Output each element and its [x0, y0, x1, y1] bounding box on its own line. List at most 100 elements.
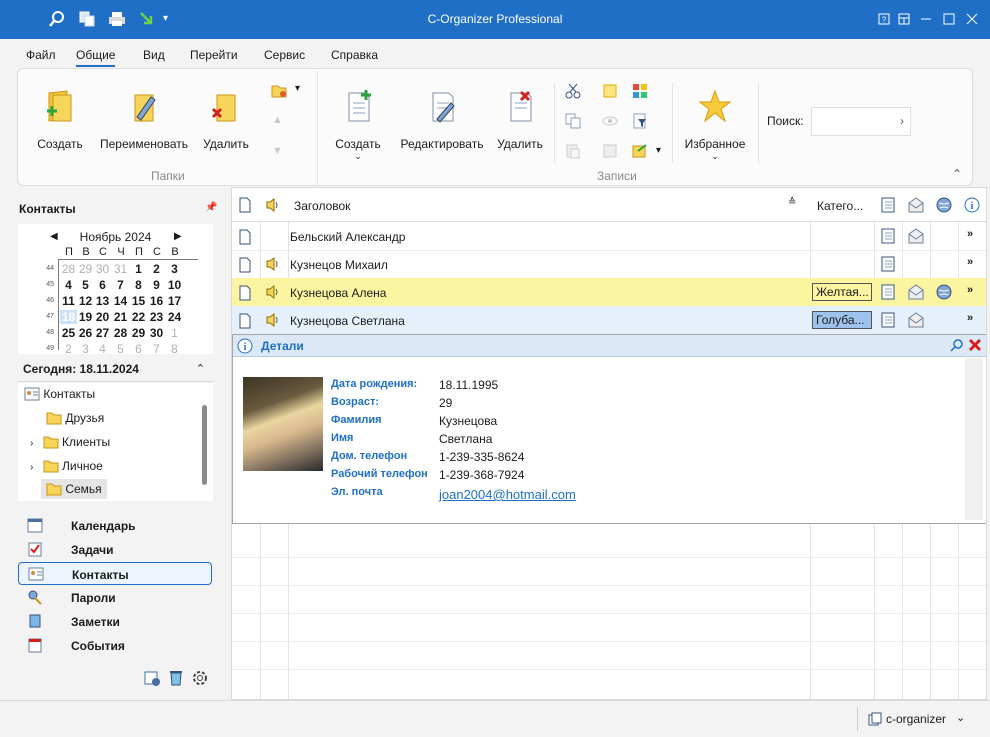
export-icon[interactable] — [632, 143, 648, 159]
email-link[interactable]: joan2004@hotmail.com — [439, 487, 576, 502]
column-title[interactable]: Заголовок — [294, 199, 350, 213]
calendar-day[interactable]: 12 — [77, 294, 94, 308]
calendar-next-icon[interactable]: ▶ — [174, 231, 182, 242]
maximize-icon[interactable] — [939, 9, 959, 29]
menu-service[interactable]: Сервис — [264, 48, 305, 62]
expand-row-icon[interactable]: » — [967, 284, 973, 296]
move-down-icon[interactable]: ▼ — [272, 145, 288, 161]
globe-icon[interactable] — [936, 197, 952, 213]
calendar-day[interactable]: 4 — [60, 278, 77, 292]
calendar-day[interactable]: 23 — [148, 310, 165, 324]
expand-icon[interactable]: › — [30, 438, 33, 449]
search-go-icon[interactable]: › — [900, 114, 904, 128]
sort-icon[interactable]: ≙ — [788, 197, 796, 208]
filter-icon[interactable] — [632, 113, 648, 129]
record-type-icon[interactable] — [238, 197, 252, 213]
calendar-settings-icon[interactable] — [143, 669, 161, 687]
calendar-day[interactable]: 3 — [166, 262, 183, 276]
calendar-day[interactable]: 13 — [94, 294, 111, 308]
address-book-icon[interactable] — [880, 312, 896, 328]
folder-options-icon[interactable] — [271, 83, 287, 99]
mail-icon[interactable] — [908, 284, 924, 300]
calendar-day[interactable]: 14 — [112, 294, 129, 308]
calendar-day[interactable]: 15 — [130, 294, 147, 308]
copy-small-icon[interactable] — [565, 113, 581, 129]
calendar-day[interactable]: 20 — [94, 310, 111, 324]
tree-item-friends[interactable]: Друзья — [46, 411, 104, 425]
database-dropdown-icon[interactable]: ⌄ — [956, 711, 965, 724]
menu-file[interactable]: Файл — [26, 48, 56, 62]
calendar-day[interactable]: 29 — [130, 326, 147, 340]
expand-row-icon[interactable]: » — [967, 312, 973, 324]
menu-view[interactable]: Вид — [143, 48, 165, 62]
table-row[interactable]: Кузнецов Михаил » — [232, 250, 986, 278]
calendar-day[interactable]: 1 — [166, 326, 183, 340]
move-up-icon[interactable]: ▲ — [272, 114, 288, 130]
link-icon[interactable] — [602, 143, 618, 159]
calendar-day[interactable]: 24 — [166, 310, 183, 324]
cut-icon[interactable] — [565, 83, 581, 99]
address-book-icon[interactable] — [880, 228, 896, 244]
layout-icon[interactable] — [894, 9, 914, 29]
record-edit-button[interactable]: Редактировать — [394, 89, 490, 151]
collapse-icon[interactable]: ⌃ — [196, 362, 205, 375]
folder-delete-button[interactable]: Удалить — [198, 89, 254, 151]
mail-icon[interactable] — [908, 228, 924, 244]
folder-rename-button[interactable]: Переименовать — [96, 89, 192, 151]
tree-item-contacts[interactable]: Контакты — [24, 387, 95, 401]
nav-notes[interactable]: Заметки — [18, 610, 212, 633]
scroll-thumb[interactable] — [202, 405, 207, 485]
tree-item-clients[interactable]: › Клиенты — [30, 435, 110, 449]
column-category[interactable]: Катего... — [817, 199, 863, 213]
calendar-day[interactable]: 5 — [77, 278, 94, 292]
calendar-day[interactable]: 2 — [148, 262, 165, 276]
calendar-day[interactable]: 29 — [77, 262, 94, 276]
nav-tasks[interactable]: Задачи — [18, 538, 212, 561]
calendar-day[interactable]: 28 — [60, 262, 77, 276]
preview-icon[interactable] — [602, 113, 618, 129]
close-icon[interactable] — [962, 9, 982, 29]
table-row[interactable]: Бельский Александр » — [232, 222, 986, 250]
address-book-icon[interactable] — [880, 197, 896, 213]
folder-options-dropdown-icon[interactable]: ▾ — [295, 83, 311, 99]
expand-row-icon[interactable]: » — [967, 228, 973, 240]
calendar-day[interactable]: 18 — [60, 310, 77, 324]
mail-icon[interactable] — [908, 197, 924, 213]
record-create-button[interactable]: Создать ⌄ — [330, 89, 386, 162]
calendar-day[interactable]: 27 — [94, 326, 111, 340]
category-icon[interactable] — [632, 83, 648, 99]
menu-goto[interactable]: Перейти — [190, 48, 238, 62]
recycle-bin-icon[interactable] — [167, 669, 185, 687]
today-bar[interactable]: Сегодня: 18.11.2024 ⌃ — [18, 358, 213, 382]
address-book-icon[interactable] — [880, 284, 896, 300]
sound-icon[interactable] — [265, 197, 281, 213]
nav-events[interactable]: События — [18, 634, 212, 657]
paste-icon[interactable] — [565, 143, 581, 159]
pin-icon[interactable] — [950, 338, 964, 352]
globe-icon[interactable] — [936, 284, 952, 300]
minimize-icon[interactable] — [916, 9, 936, 29]
calendar-day[interactable]: 7 — [148, 342, 165, 356]
calendar-day[interactable]: 17 — [166, 294, 183, 308]
calendar-day[interactable]: 28 — [112, 326, 129, 340]
gear-icon[interactable] — [191, 669, 209, 687]
calendar-day[interactable]: 26 — [77, 326, 94, 340]
calendar-day[interactable]: 3 — [77, 342, 94, 356]
details-scrollbar[interactable] — [965, 358, 983, 520]
calendar-day[interactable]: 31 — [112, 262, 129, 276]
note-icon[interactable] — [602, 83, 618, 99]
nav-passwords[interactable]: Пароли — [18, 586, 212, 609]
nav-calendar[interactable]: Календарь — [18, 514, 212, 537]
tree-item-family[interactable]: Семья — [41, 479, 107, 499]
calendar-day[interactable]: 10 — [166, 278, 183, 292]
calendar-day[interactable]: 21 — [112, 310, 129, 324]
expand-row-icon[interactable]: » — [967, 256, 973, 268]
address-book-icon[interactable] — [880, 256, 896, 272]
info-icon[interactable]: i — [964, 197, 980, 213]
calendar-day[interactable]: 19 — [77, 310, 94, 324]
calendar-day[interactable]: 2 — [60, 342, 77, 356]
favorites-button[interactable]: Избранное ⌄ — [680, 89, 750, 162]
calendar-day[interactable]: 8 — [166, 342, 183, 356]
table-row[interactable]: Кузнецова Светлана Голуба... » — [232, 306, 986, 334]
calendar-day[interactable]: 4 — [94, 342, 111, 356]
